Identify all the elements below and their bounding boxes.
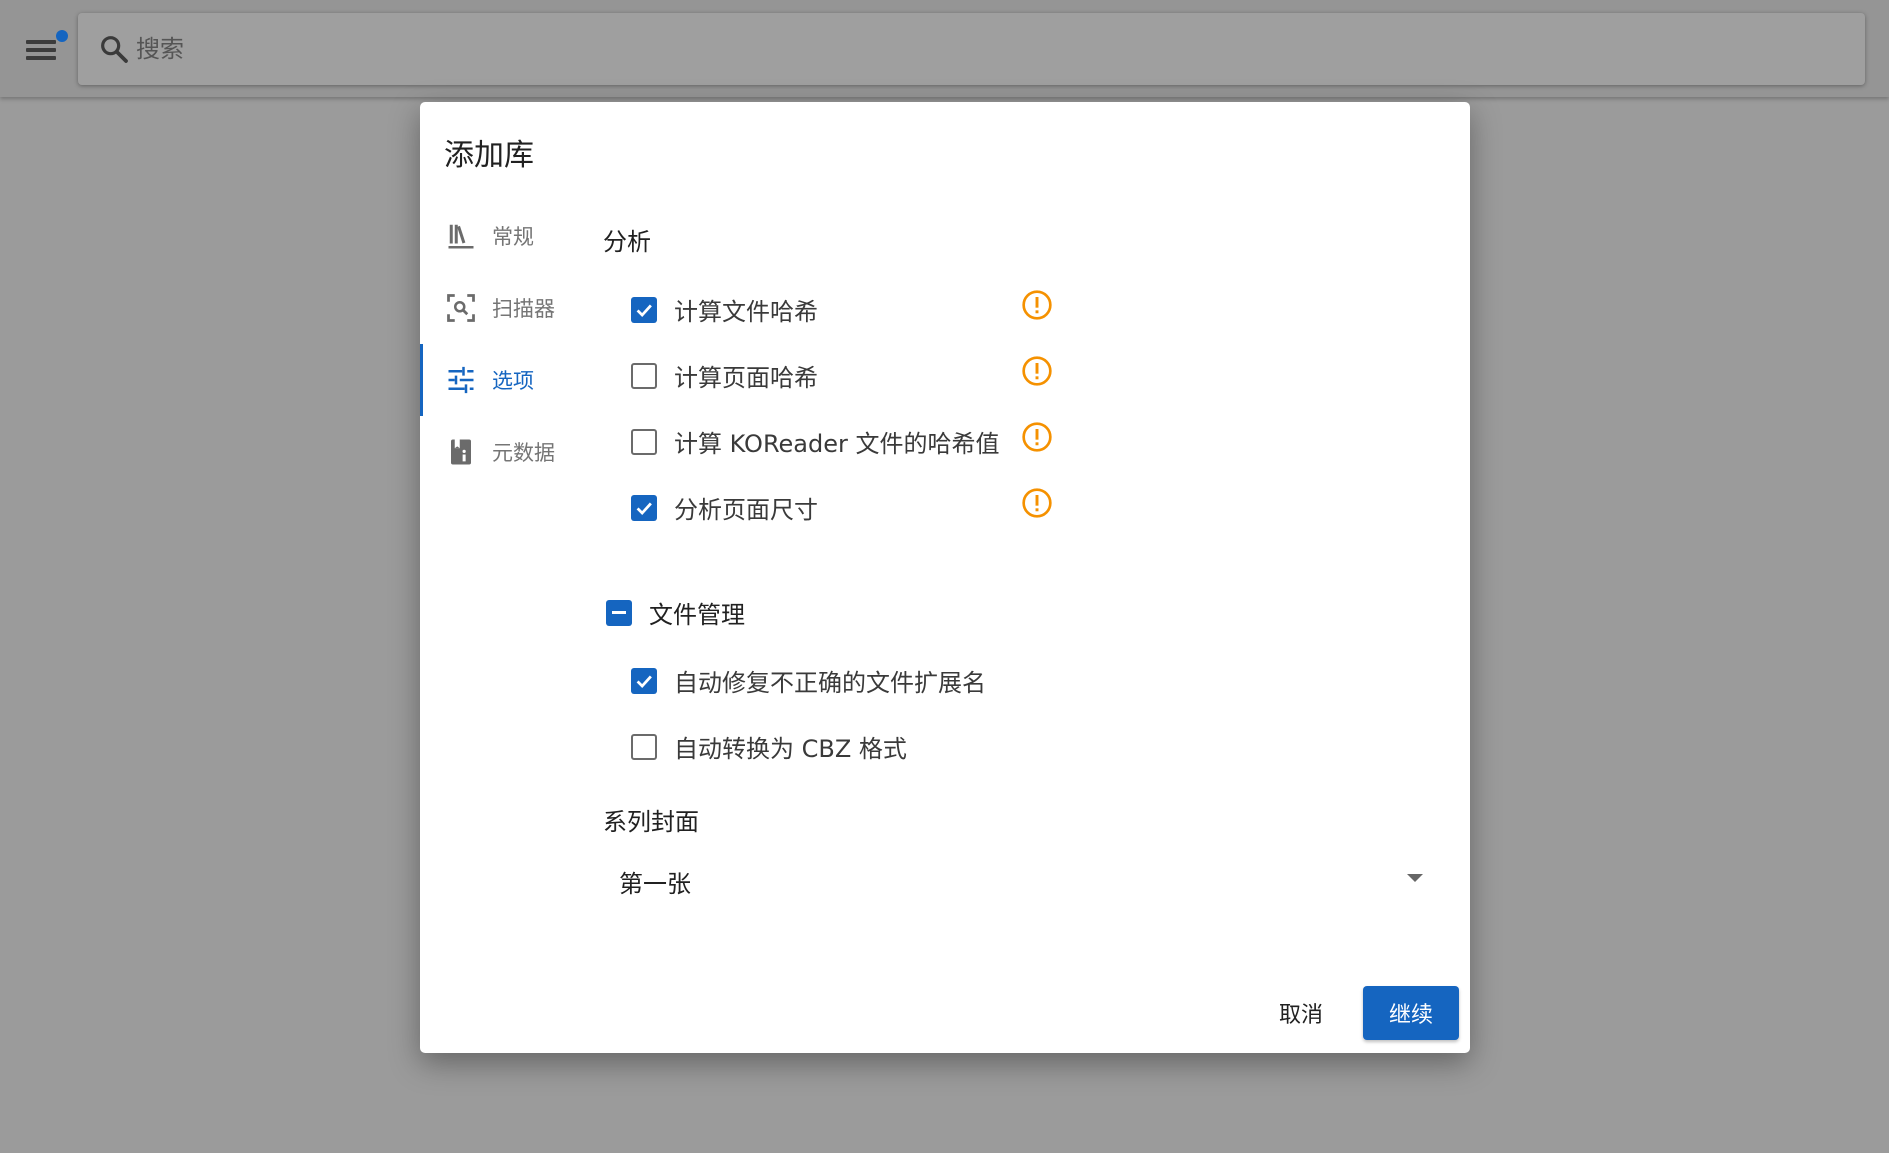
add-library-dialog: 添加库 常规 扫描器 选项 元数据 分析 计算文件哈希 计算页面哈希 计算 KO… bbox=[420, 102, 1470, 1053]
search-icon bbox=[101, 36, 128, 63]
tab-metadata-label: 元数据 bbox=[492, 441, 555, 465]
compute-koreader-hash-checkbox[interactable]: 计算 KOReader 文件的哈希值 bbox=[631, 424, 1000, 459]
compute-page-hash-checkbox[interactable]: 计算页面哈希 bbox=[631, 358, 818, 393]
tab-options[interactable]: 选项 bbox=[420, 344, 585, 416]
book-info-icon bbox=[451, 439, 471, 465]
series-cover-section-title: 系列封面 bbox=[603, 808, 699, 836]
compute-file-hash-checkbox[interactable]: 计算文件哈希 bbox=[631, 292, 818, 327]
tab-general-label: 常规 bbox=[492, 225, 534, 249]
auto-fix-extension-label: 自动修复不正确的文件扩展名 bbox=[674, 669, 986, 697]
compute-file-hash-label: 计算文件哈希 bbox=[674, 298, 818, 326]
checkbox-unchecked[interactable] bbox=[631, 733, 657, 760]
auto-fix-extension-checkbox[interactable]: 自动修复不正确的文件扩展名 bbox=[631, 663, 986, 698]
warning-icon[interactable] bbox=[1021, 355, 1053, 387]
analysis-section-title: 分析 bbox=[603, 228, 651, 256]
checkbox-checked[interactable] bbox=[631, 494, 657, 521]
scan-search-icon bbox=[447, 294, 475, 322]
tab-options-label: 选项 bbox=[492, 369, 534, 393]
series-cover-value: 第一张 bbox=[619, 870, 691, 898]
tab-metadata[interactable]: 元数据 bbox=[420, 416, 585, 488]
app-bar bbox=[0, 0, 1889, 97]
series-cover-select[interactable]: 第一张 bbox=[603, 842, 1453, 914]
checkbox-unchecked[interactable] bbox=[631, 362, 657, 389]
analyze-page-dimensions-checkbox[interactable]: 分析页面尺寸 bbox=[631, 490, 818, 525]
warning-icon[interactable] bbox=[1021, 289, 1053, 321]
search-input[interactable] bbox=[136, 27, 1816, 71]
file-management-checkbox[interactable]: 文件管理 bbox=[606, 595, 745, 630]
dialog-title: 添加库 bbox=[444, 138, 534, 173]
analyze-page-dimensions-label: 分析页面尺寸 bbox=[674, 496, 818, 524]
checkbox-unchecked[interactable] bbox=[631, 428, 657, 455]
compute-koreader-hash-label: 计算 KOReader 文件的哈希值 bbox=[674, 430, 1000, 458]
tab-scanner[interactable]: 扫描器 bbox=[420, 272, 585, 344]
auto-convert-cbz-checkbox[interactable]: 自动转换为 CBZ 格式 bbox=[631, 729, 907, 764]
cancel-button[interactable]: 取消 bbox=[1260, 986, 1342, 1040]
compute-page-hash-label: 计算页面哈希 bbox=[674, 364, 818, 392]
notification-dot bbox=[56, 30, 68, 42]
warning-icon[interactable] bbox=[1021, 421, 1053, 453]
warning-icon[interactable] bbox=[1021, 487, 1053, 519]
checkbox-indeterminate[interactable] bbox=[606, 599, 632, 626]
continue-button[interactable]: 继续 bbox=[1363, 986, 1459, 1040]
tab-general[interactable]: 常规 bbox=[420, 200, 585, 272]
tab-scanner-label: 扫描器 bbox=[492, 297, 555, 321]
library-books-icon bbox=[448, 224, 474, 249]
checkbox-checked[interactable] bbox=[631, 296, 657, 323]
menu-icon[interactable] bbox=[26, 34, 58, 62]
options-panel: 分析 计算文件哈希 计算页面哈希 计算 KOReader 文件的哈希值 分析页面… bbox=[603, 102, 1453, 1053]
auto-convert-cbz-label: 自动转换为 CBZ 格式 bbox=[674, 735, 907, 763]
file-management-label: 文件管理 bbox=[649, 601, 745, 629]
app-background: 添加库 常规 扫描器 bbox=[0, 0, 1889, 1153]
search-bar[interactable] bbox=[78, 13, 1865, 85]
dialog-tabs: 常规 扫描器 选项 元数据 bbox=[420, 200, 585, 488]
checkbox-checked[interactable] bbox=[631, 667, 657, 694]
chevron-down-icon[interactable] bbox=[1407, 874, 1423, 882]
tune-sliders-icon bbox=[448, 366, 474, 394]
